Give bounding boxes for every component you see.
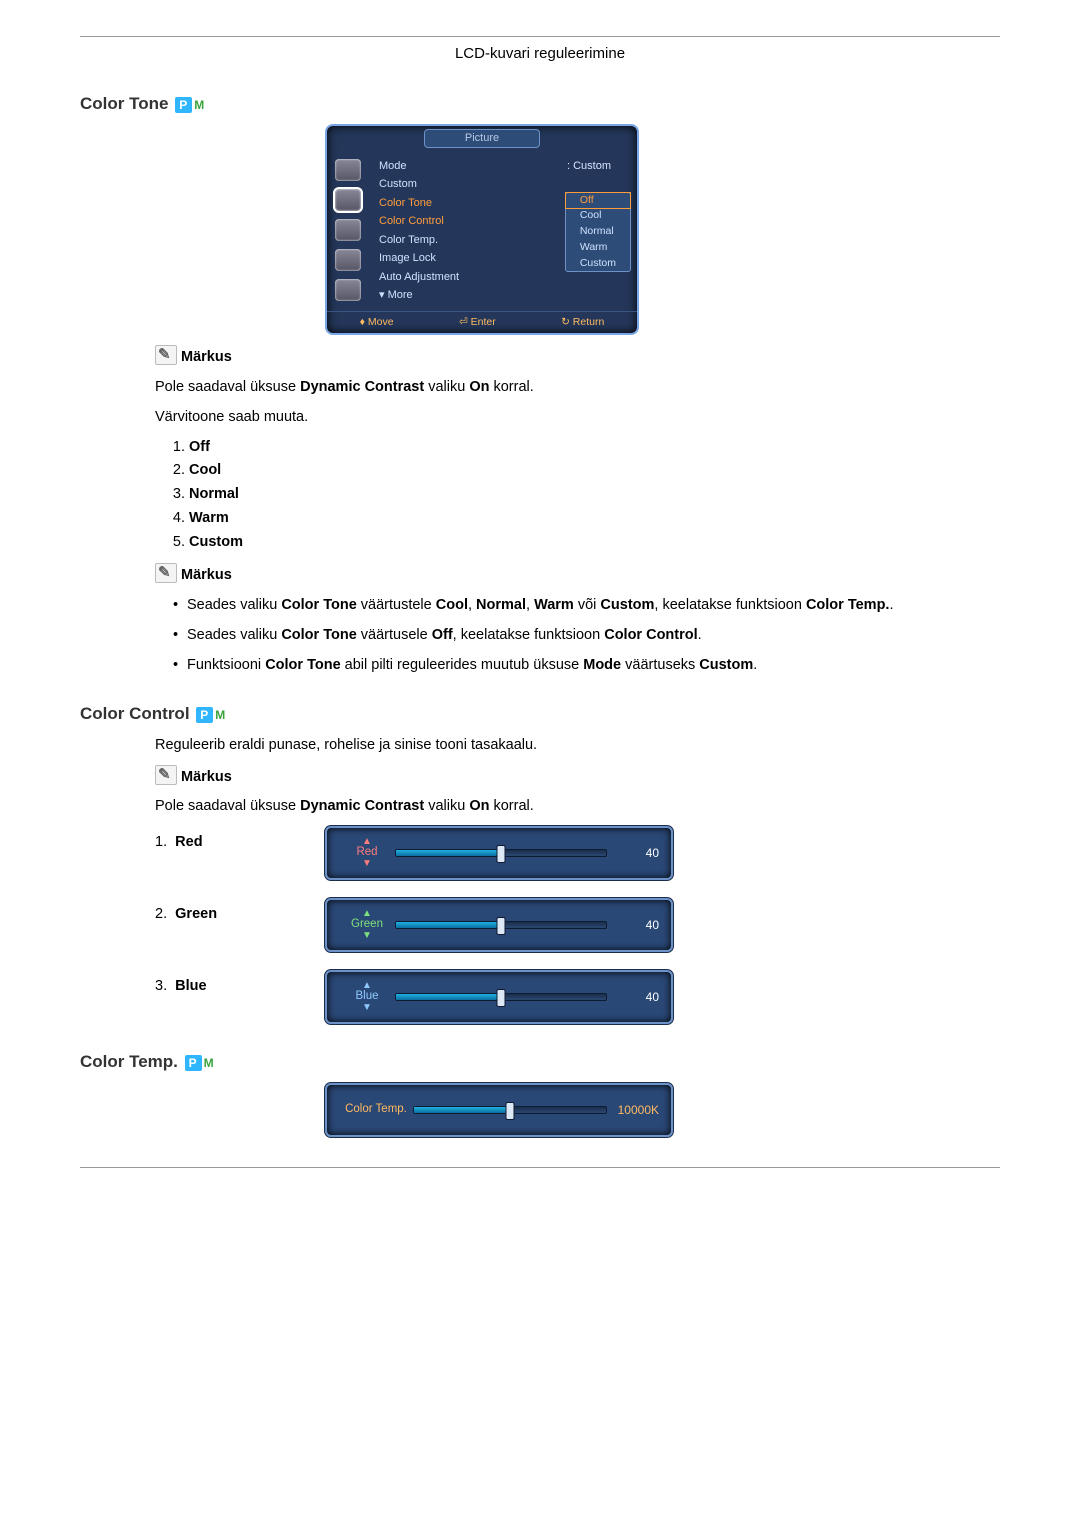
slider-row-temp: Color Temp. 10000K: [155, 1083, 1000, 1137]
slider-row-green: 2. Green ▲Green▼ 40: [155, 898, 1000, 952]
list-item: Custom: [189, 532, 1000, 554]
slider-track: [395, 849, 607, 857]
section-color-control-heading: Color Control PM: [80, 701, 1000, 727]
osd-footer: ♦ Move ⏎ Enter ↻ Return: [327, 311, 637, 334]
pm-badge: PM: [175, 96, 204, 114]
slider-value: 10000K: [617, 1101, 659, 1119]
slider-track: [413, 1106, 607, 1114]
slider-thumb: [506, 1102, 515, 1120]
pm-badge: PM: [196, 706, 225, 724]
slider-thumb: [497, 989, 506, 1007]
osd-icon: [335, 159, 361, 181]
slider-value: 40: [617, 844, 659, 862]
list-item: Normal: [189, 484, 1000, 506]
slider-box: ▲Blue▼ 40: [325, 970, 673, 1024]
slider-value: 40: [617, 916, 659, 934]
section-title: Color Control: [80, 704, 190, 723]
list-item: Cool: [189, 460, 1000, 482]
slider-value: 40: [617, 988, 659, 1006]
osd-popup: Off Cool Normal Warm Custom: [565, 192, 631, 273]
list-item: Seades valiku Color Tone väärtustele Coo…: [173, 595, 1000, 617]
osd-title: Picture: [424, 129, 540, 148]
note-text: Pole saadaval üksuse Dynamic Contrast va…: [155, 796, 1000, 818]
note-heading: Märkus: [155, 765, 1000, 789]
list-item: Off: [189, 437, 1000, 459]
section-title: Color Temp.: [80, 1052, 178, 1071]
osd-screenshot: Picture Mode: Custom Custom Color Tone :…: [325, 124, 639, 335]
osd-icon: [335, 219, 361, 241]
slider-label: ▲Green▼: [339, 909, 395, 941]
osd-icon: [335, 249, 361, 271]
pm-badge: PM: [185, 1054, 214, 1072]
osd-rows: Mode: Custom Custom Color Tone : Off Off…: [369, 151, 637, 311]
list-item: Seades valiku Color Tone väärtusele Off,…: [173, 625, 1000, 647]
options-list: Off Cool Normal Warm Custom: [163, 437, 1000, 554]
list-item: Funktsiooni Color Tone abil pilti regule…: [173, 655, 1000, 677]
slider-track: [395, 993, 607, 1001]
slider-row-red: 1. Red ▲Red▼ 40: [155, 826, 1000, 880]
bullet-list: Seades valiku Color Tone väärtustele Coo…: [155, 595, 1000, 676]
slider-track: [395, 921, 607, 929]
note-text: Pole saadaval üksuse Dynamic Contrast va…: [155, 377, 1000, 399]
list-item: Warm: [189, 508, 1000, 530]
slider-label: ▲Blue▼: [339, 981, 395, 1013]
body-text: Reguleerib eraldi punase, rohelise ja si…: [155, 735, 1000, 757]
note-icon: [155, 765, 177, 785]
slider-box: ▲Red▼ 40: [325, 826, 673, 880]
page-header: LCD-kuvari reguleerimine: [80, 43, 1000, 66]
osd-icon: [335, 279, 361, 301]
osd-icon-selected: [335, 189, 361, 211]
slider-thumb: [497, 845, 506, 863]
slider-thumb: [497, 917, 506, 935]
slider-label: ▲Red▼: [339, 837, 395, 869]
section-title: Color Tone: [80, 94, 168, 113]
slider-box: ▲Green▼ 40: [325, 898, 673, 952]
section-color-temp-heading: Color Temp. PM: [80, 1049, 1000, 1075]
slider-row-blue: 3. Blue ▲Blue▼ 40: [155, 970, 1000, 1024]
note-heading: Märkus: [155, 563, 1000, 587]
note-icon: [155, 563, 177, 583]
note-heading: Märkus: [155, 345, 1000, 369]
section-color-tone-heading: Color Tone PM: [80, 91, 1000, 117]
note-icon: [155, 345, 177, 365]
slider-box: Color Temp. 10000K: [325, 1083, 673, 1137]
osd-left-icons: [327, 151, 369, 311]
body-text: Värvitoone saab muuta.: [155, 407, 1000, 429]
slider-label: Color Temp.: [339, 1104, 413, 1116]
